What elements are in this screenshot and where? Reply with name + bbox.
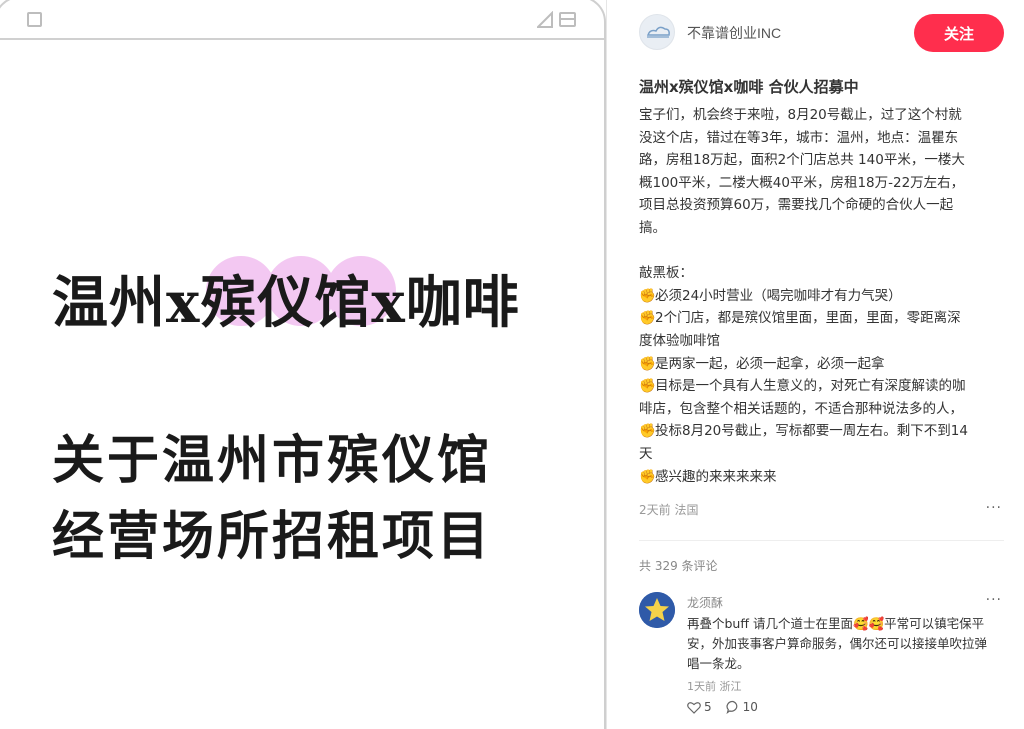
bullet-line: ✊目标是一个具有人生意义的，对死亡有深度解读的咖 [639,375,1009,398]
like-button[interactable]: 5 [687,700,712,714]
bullet-icon: ✊ [639,423,656,440]
tab-icon [559,12,576,27]
author-row: 不靠谱创业INC 关注 [639,14,1004,52]
body-line: 路，房租18万起，面积2个门店总共 140平米，一楼大 [639,152,965,169]
like-count: 5 [704,700,712,714]
bullet-text: 投标8月20号截止，写标都要一周左右。剩下不到14 [655,423,968,440]
author-name[interactable]: 不靠谱创业INC [687,23,781,43]
note-body: 宝子们，机会终于来啦，8月20号截止，过了这个村就 没这个店，错过在等3年，城市… [639,104,1009,488]
reply-button[interactable]: 10 [726,700,758,714]
phone-frame [0,0,606,729]
author-avatar[interactable] [639,14,675,50]
bullet-text: 感兴趣的来来来来来 [655,468,777,485]
signal-icon [537,11,553,28]
commenter-avatar[interactable] [639,592,675,628]
bullet-text: 目标是一个具有人生意义的，对死亡有深度解读的咖 [655,378,966,395]
body-line: 宝子们，机会终于来啦，8月20号截止，过了这个村就 [639,107,962,123]
comment-line: 唱一条龙。 [687,656,750,671]
comment-count: 共 329 条评论 [639,559,718,573]
note-meta: 2天前 法国 [639,503,699,517]
image-subtitle-line1: 关于温州市殡仪馆 [52,430,493,491]
body-line: 项目总投资预算60万，需要找几个命硬的合伙人一起 [639,197,954,214]
bullet-line: ✊必须24小时营业（喝完咖啡才有力气哭） [639,285,1009,308]
bullet-icon: ✊ [639,468,656,485]
comment-meta: 1天前 浙江 [687,680,742,693]
comment-text: 再叠个buff 请几个道士在里面🥰🥰平常可以镇宅保平 安，外加丧事客户算命服务，… [687,614,1005,674]
follow-button[interactable]: 关注 [914,14,1004,52]
headline-part: 温州x [52,270,201,336]
bullet-line: ✊投标8月20号截止，写标都要一周左右。剩下不到14 [639,420,1009,443]
divider [639,540,1004,541]
headline-part: x咖啡 [371,270,520,336]
note-detail-panel: 不靠谱创业INC 关注 温州x殡仪馆x咖啡 合伙人招募中 宝子们，机会终于来啦，… [606,0,1024,729]
bullet-icon: ✊ [639,378,656,395]
comment-bubble-icon [726,700,737,714]
bullet-icon: ✊ [639,310,656,327]
bullet-text: 必须24小时营业（喝完咖啡才有力气哭） [655,287,902,304]
body-line: 没这个店，错过在等3年，城市：温州，地点：温瞿东 [639,129,959,146]
bullet-line-cont: 啡店，包含整个相关话题的，不适合那种说法多的人， [639,400,963,417]
image-headline: 温州x殡仪馆x咖啡 [52,258,520,339]
blackboard-title: 敲黑板： [639,265,693,282]
headline-part: 殡仪馆 [200,270,372,336]
note-title: 温州x殡仪馆x咖啡 合伙人招募中 [639,78,859,96]
bullet-line-cont: 度体验咖啡馆 [639,332,720,349]
bullet-line: ✊感兴趣的来来来来来 [639,466,1009,489]
bullet-icon: ✊ [639,355,656,372]
comment-more-button[interactable]: ··· [986,592,1002,608]
bullet-text: 是两家一起，必须一起拿，必须一起拿 [655,355,885,372]
comment-line: 再叠个buff 请几个道士在里面🥰🥰平常可以镇宅保平 [687,616,985,631]
comment-actions: 5 10 [687,700,758,714]
cloud-logo-icon [646,26,670,38]
comment-line: 安，外加丧事客户算命服务，偶尔还可以接接单吹拉弹 [687,636,988,651]
reply-count: 10 [742,700,758,714]
bullet-line-cont: 天 [639,445,653,462]
heart-icon [687,701,701,714]
square-icon [27,12,42,27]
note-more-button[interactable]: ··· [986,500,1002,516]
star-avatar-icon [639,592,675,628]
bullet-text: 2个门店，都是殡仪馆里面，里面，里面，零距离深 [655,310,961,327]
image-subtitle-line2: 经营场所招租项目 [52,506,493,567]
commenter-name[interactable]: 龙须酥 [687,594,723,611]
frame-topbar [0,38,604,40]
bullet-icon: ✊ [639,287,656,304]
bullet-line: ✊2个门店，都是殡仪馆里面，里面，里面，零距离深 [639,307,1009,330]
bullet-line: ✊是两家一起，必须一起拿，必须一起拿 [639,353,1009,376]
note-image: 温州x殡仪馆x咖啡 关于温州市殡仪馆 经营场所招租项目 [0,0,606,729]
body-line: 搞。 [639,219,666,236]
body-line: 概100平米，二楼大概40平米，房租18万-22万左右， [639,174,965,191]
comment-item: 龙须酥 ··· 再叠个buff 请几个道士在里面🥰🥰平常可以镇宅保平 安，外加丧… [639,592,1004,722]
